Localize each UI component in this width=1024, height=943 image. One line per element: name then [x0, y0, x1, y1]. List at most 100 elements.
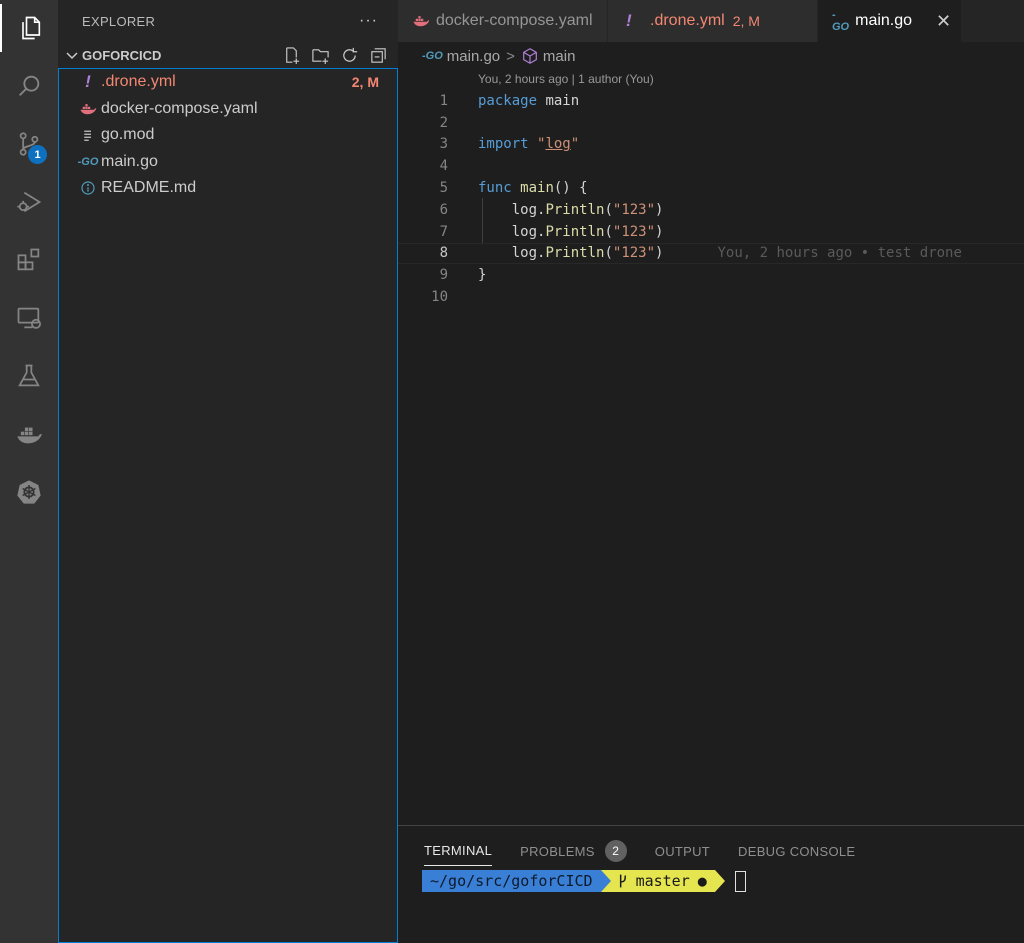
- file-tree: ! .drone.yml 2, M docker-compose.yaml go…: [58, 68, 398, 943]
- sidebar-title: EXPLORER: [82, 13, 156, 29]
- tab-label: PROBLEMS: [520, 843, 595, 859]
- extensions-icon[interactable]: [0, 236, 58, 284]
- tab-output[interactable]: OUTPUT: [655, 836, 710, 866]
- code-line-current: 8 log.Println("123") You, 2 hours ago • …: [398, 242, 1024, 265]
- code-text: log.Println("123"): [478, 245, 664, 262]
- breadcrumb-separator: >: [506, 47, 515, 65]
- close-icon[interactable]: ✕: [936, 11, 951, 32]
- folder-name: GOFORCICD: [82, 47, 162, 63]
- explorer-icon[interactable]: [0, 4, 58, 52]
- code-text: import "log": [478, 136, 580, 153]
- remote-explorer-icon[interactable]: [0, 294, 58, 342]
- collapse-all-icon[interactable]: [369, 46, 388, 65]
- powerline-arrow: [600, 870, 611, 892]
- tab-debug-console[interactable]: DEBUG CONSOLE: [738, 836, 855, 866]
- code-line: 1 package main: [398, 90, 1024, 112]
- prompt-git: master ●: [610, 870, 715, 892]
- line-number: 3: [439, 136, 448, 153]
- info-icon: [77, 179, 99, 197]
- tab-docker-compose[interactable]: docker-compose.yaml: [398, 0, 608, 42]
- code-line: 4: [398, 155, 1024, 177]
- terminal-cursor: [734, 870, 746, 892]
- tab-main-go[interactable]: -GO main.go ✕: [818, 0, 962, 42]
- file-name: go.mod: [101, 126, 155, 144]
- cube-icon: [523, 48, 537, 64]
- file-item-readme[interactable]: README.md: [59, 175, 397, 202]
- line-number: 8: [439, 245, 448, 262]
- file-item-drone-yml[interactable]: ! .drone.yml 2, M: [59, 69, 397, 96]
- docker-icon[interactable]: [0, 410, 58, 458]
- breadcrumb: -GO main.go > main: [398, 42, 1024, 70]
- bottom-panel: TERMINAL PROBLEMS 2 OUTPUT DEBUG CONSOLE…: [398, 825, 1024, 943]
- tab-label: docker-compose.yaml: [436, 12, 593, 29]
- code-line: 9 }: [398, 264, 1024, 286]
- line-number: 7: [439, 223, 448, 240]
- new-folder-icon[interactable]: [311, 46, 330, 65]
- line-number: 9: [439, 267, 448, 284]
- terminal-prompt[interactable]: ~/go/src/goforCICD master ●: [422, 870, 746, 892]
- search-icon[interactable]: [0, 62, 58, 110]
- line-number: 4: [439, 158, 448, 175]
- git-dirty-indicator: ●: [697, 872, 707, 890]
- explorer-sidebar: EXPLORER ··· GOFORCICD ! .drone.yml 2, M…: [58, 0, 398, 943]
- code-line: 2: [398, 112, 1024, 134]
- line-number: 2: [439, 114, 448, 131]
- code-text: log.Println("123"): [478, 223, 664, 240]
- breadcrumb-file[interactable]: main.go: [447, 48, 500, 65]
- code-editor[interactable]: 1 package main 2 3 import "log" 4 5 func…: [398, 90, 1024, 308]
- tab-label: main.go: [855, 12, 913, 29]
- powerline-arrow: [714, 870, 725, 892]
- code-line: 10: [398, 286, 1024, 308]
- file-name: .drone.yml: [101, 73, 176, 91]
- folder-section-header[interactable]: GOFORCICD: [58, 42, 398, 68]
- code-line: 6 log.Println("123"): [398, 199, 1024, 221]
- prompt-path: ~/go/src/goforCICD: [422, 870, 601, 892]
- codelens-author[interactable]: You, 2 hours ago | 1 author (You): [478, 72, 654, 86]
- line-number: 5: [439, 180, 448, 197]
- line-number: 6: [439, 201, 448, 218]
- more-actions-button[interactable]: ···: [359, 12, 378, 30]
- source-control-icon[interactable]: 1: [0, 120, 58, 168]
- code-text: func main() {: [478, 180, 588, 197]
- new-file-icon[interactable]: [282, 46, 301, 65]
- file-item-main-go[interactable]: -GO main.go: [59, 149, 397, 176]
- run-debug-icon[interactable]: [0, 178, 58, 226]
- file-status: 2, M: [351, 74, 379, 91]
- line-number: 10: [431, 289, 448, 306]
- tab-problems[interactable]: PROBLEMS 2: [520, 836, 627, 866]
- tab-terminal[interactable]: TERMINAL: [424, 836, 493, 866]
- code-line: 7 log.Println("123"): [398, 221, 1024, 243]
- go-icon: -GO: [422, 50, 443, 62]
- source-control-badge: 1: [28, 145, 47, 164]
- go-icon: -GO: [77, 155, 99, 168]
- lines-icon: [77, 126, 99, 144]
- editor-tabs: docker-compose.yaml ! .drone.yml 2, M -G…: [398, 0, 1024, 42]
- file-item-go-mod[interactable]: go.mod: [59, 122, 397, 149]
- tab-label: .drone.yml: [650, 12, 725, 29]
- code-text: }: [478, 267, 487, 284]
- file-name: README.md: [101, 179, 197, 197]
- testing-icon[interactable]: [0, 352, 58, 400]
- chevron-down-icon: [66, 52, 78, 60]
- code-text: package main: [478, 92, 580, 109]
- code-text: log.Println("123"): [478, 201, 664, 218]
- code-line: 3 import "log": [398, 134, 1024, 156]
- breadcrumb-symbol[interactable]: main: [543, 48, 576, 65]
- tab-status: 2, M: [732, 13, 760, 29]
- docker-file-icon: [77, 100, 99, 118]
- code-line: 5 func main() {: [398, 177, 1024, 199]
- exclamation-icon: !: [626, 11, 632, 30]
- line-number: 1: [439, 92, 448, 109]
- panel-tabs: TERMINAL PROBLEMS 2 OUTPUT DEBUG CONSOLE: [424, 836, 855, 866]
- exclamation-icon: !: [85, 72, 91, 92]
- problems-count-badge: 2: [604, 840, 627, 862]
- file-name: main.go: [101, 152, 158, 170]
- inline-blame: You, 2 hours ago • test drone: [717, 245, 962, 262]
- git-branch-name: master: [635, 872, 690, 890]
- kubernetes-icon[interactable]: [0, 468, 58, 516]
- go-icon: -GO: [832, 9, 850, 33]
- file-item-docker-compose[interactable]: docker-compose.yaml: [59, 96, 397, 123]
- refresh-icon[interactable]: [340, 46, 359, 65]
- file-name: docker-compose.yaml: [101, 99, 258, 117]
- tab-drone-yml[interactable]: ! .drone.yml 2, M: [608, 0, 818, 42]
